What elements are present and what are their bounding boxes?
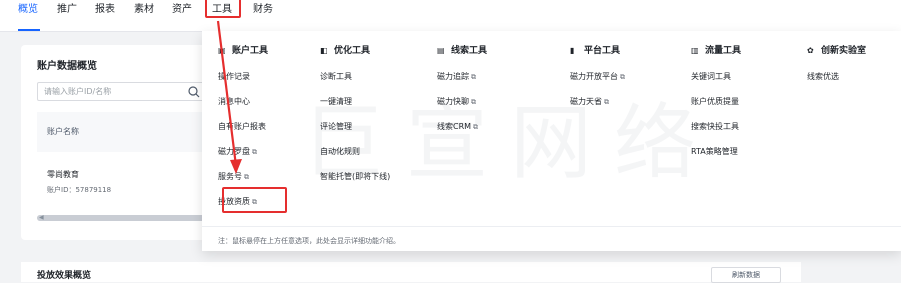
scrollbar-thumb[interactable]: [37, 215, 207, 221]
menu-divider: [202, 226, 901, 227]
platform-tools-icon: ▮: [570, 46, 575, 55]
tab-assets[interactable]: 资产: [172, 3, 192, 17]
menu-item-diagnosis-tool[interactable]: 诊断工具: [320, 71, 390, 96]
account-tools-icon: ▣: [218, 46, 226, 55]
menu-item-account-boost[interactable]: 账户优质提量: [691, 96, 741, 121]
menu-item-magnetic-compass[interactable]: 磁力罗盘 ⧉: [218, 146, 268, 171]
search-icon[interactable]: [187, 85, 201, 99]
menu-column-title: ▤ 线索工具: [437, 46, 488, 56]
refresh-data-button[interactable]: 刷新数据: [711, 267, 781, 283]
menu-item-lead-preference[interactable]: 线索优选: [807, 71, 866, 96]
innovation-lab-icon: ✿: [807, 46, 814, 55]
tab-finance[interactable]: 财务: [253, 3, 273, 17]
tab-promotion[interactable]: 推广: [57, 3, 77, 17]
external-link-icon: ⧉: [471, 73, 476, 81]
tools-tab-highlight: [205, 0, 241, 18]
account-name-column-header: 账户名称: [47, 127, 79, 136]
menu-column-title: ✿ 创新实验室: [807, 46, 867, 56]
menu-item-operation-log[interactable]: 操作记录: [218, 71, 268, 96]
menu-item-keyword-tool[interactable]: 关键词工具: [691, 71, 741, 96]
menu-item-automation-rules[interactable]: 自动化规则: [320, 146, 390, 171]
menu-item-magnetic-tracking[interactable]: 磁力追踪 ⧉: [437, 71, 487, 96]
menu-item-magnetic-quickchat[interactable]: 磁力快聊 ⧉: [437, 96, 487, 121]
menu-item-search-quick-delivery[interactable]: 搜索快投工具: [691, 121, 741, 146]
menu-column-title: ▣ 账户工具: [218, 46, 269, 56]
delivery-qualification-highlight: [222, 187, 287, 213]
delivery-overview-title: 投放效果概览: [37, 271, 92, 281]
tab-materials[interactable]: 素材: [134, 3, 154, 17]
menu-item-message-center[interactable]: 消息中心: [218, 96, 268, 121]
menu-column-traffic-tools: ▥ 流量工具 关键词工具 账户优质提量 搜索快投工具 RTA策略管理: [691, 44, 741, 171]
lead-tools-icon: ▤: [437, 46, 445, 55]
external-link-icon: ⧉: [620, 73, 625, 81]
external-link-icon: ⧉: [604, 98, 609, 106]
menu-item-smart-hosting[interactable]: 智能托管(即将下线): [320, 171, 390, 196]
external-link-icon: ⧉: [252, 148, 257, 156]
tab-reports[interactable]: 报表: [95, 3, 115, 17]
menu-item-comment-management[interactable]: 评论管理: [320, 121, 390, 146]
menu-column-lead-tools: ▤ 线索工具 磁力追踪 ⧉ 磁力快聊 ⧉ 线索CRM ⧉: [437, 44, 487, 146]
menu-item-open-platform[interactable]: 磁力开放平台 ⧉: [570, 71, 625, 96]
account-id: 账户ID：57879118: [47, 186, 112, 194]
traffic-tools-icon: ▥: [691, 46, 699, 55]
menu-item-own-account-report[interactable]: 自有账户报表: [218, 121, 268, 146]
delivery-overview-panel: 投放效果概览 刷新数据: [21, 262, 801, 283]
menu-column-title: ◧ 优化工具: [320, 46, 371, 56]
account-search-input[interactable]: [37, 82, 209, 101]
menu-column-title: ▥ 流量工具: [691, 46, 742, 56]
menu-item-rta-strategy[interactable]: RTA策略管理: [691, 146, 741, 171]
menu-item-one-click-clean[interactable]: 一键清理: [320, 96, 390, 121]
external-link-icon: ⧉: [244, 173, 249, 181]
account-overview-title: 账户数据概览: [37, 61, 97, 72]
menu-column-innovation-lab: ✿ 创新实验室 线索优选: [807, 44, 866, 96]
active-tab-indicator: [18, 29, 40, 31]
account-name[interactable]: 零尚教育: [47, 169, 79, 180]
menu-item-magnetic-tiansheng[interactable]: 磁力天省 ⧉: [570, 96, 625, 121]
tools-dropdown-menu: 巨宣网络 ▣ 账户工具 操作记录 消息中心 自有账户报表 磁力罗盘 ⧉ 服务号 ⧉ 投…: [202, 31, 901, 251]
scroll-left-icon[interactable]: ◀: [39, 214, 44, 221]
tab-overview[interactable]: 概览: [18, 3, 38, 17]
external-link-icon: ⧉: [473, 123, 479, 131]
external-link-icon: ⧉: [471, 98, 476, 106]
menu-column-platform-tools: ▮ 平台工具 磁力开放平台 ⧉ 磁力天省 ⧉: [570, 44, 625, 121]
menu-column-title: ▮ 平台工具: [570, 46, 621, 56]
menu-column-optimize-tools: ◧ 优化工具 诊断工具 一键清理 评论管理 自动化规则 智能托管(即将下线): [320, 44, 390, 196]
menu-footer-note: 注：鼠标悬停在上方任意选项，此处会显示详细功能介绍。: [218, 237, 400, 245]
top-nav: 概览 推广 报表 素材 资产 工具 财务: [0, 0, 901, 32]
optimize-tools-icon: ◧: [320, 46, 328, 55]
menu-item-lead-crm[interactable]: 线索CRM ⧉: [437, 121, 487, 146]
